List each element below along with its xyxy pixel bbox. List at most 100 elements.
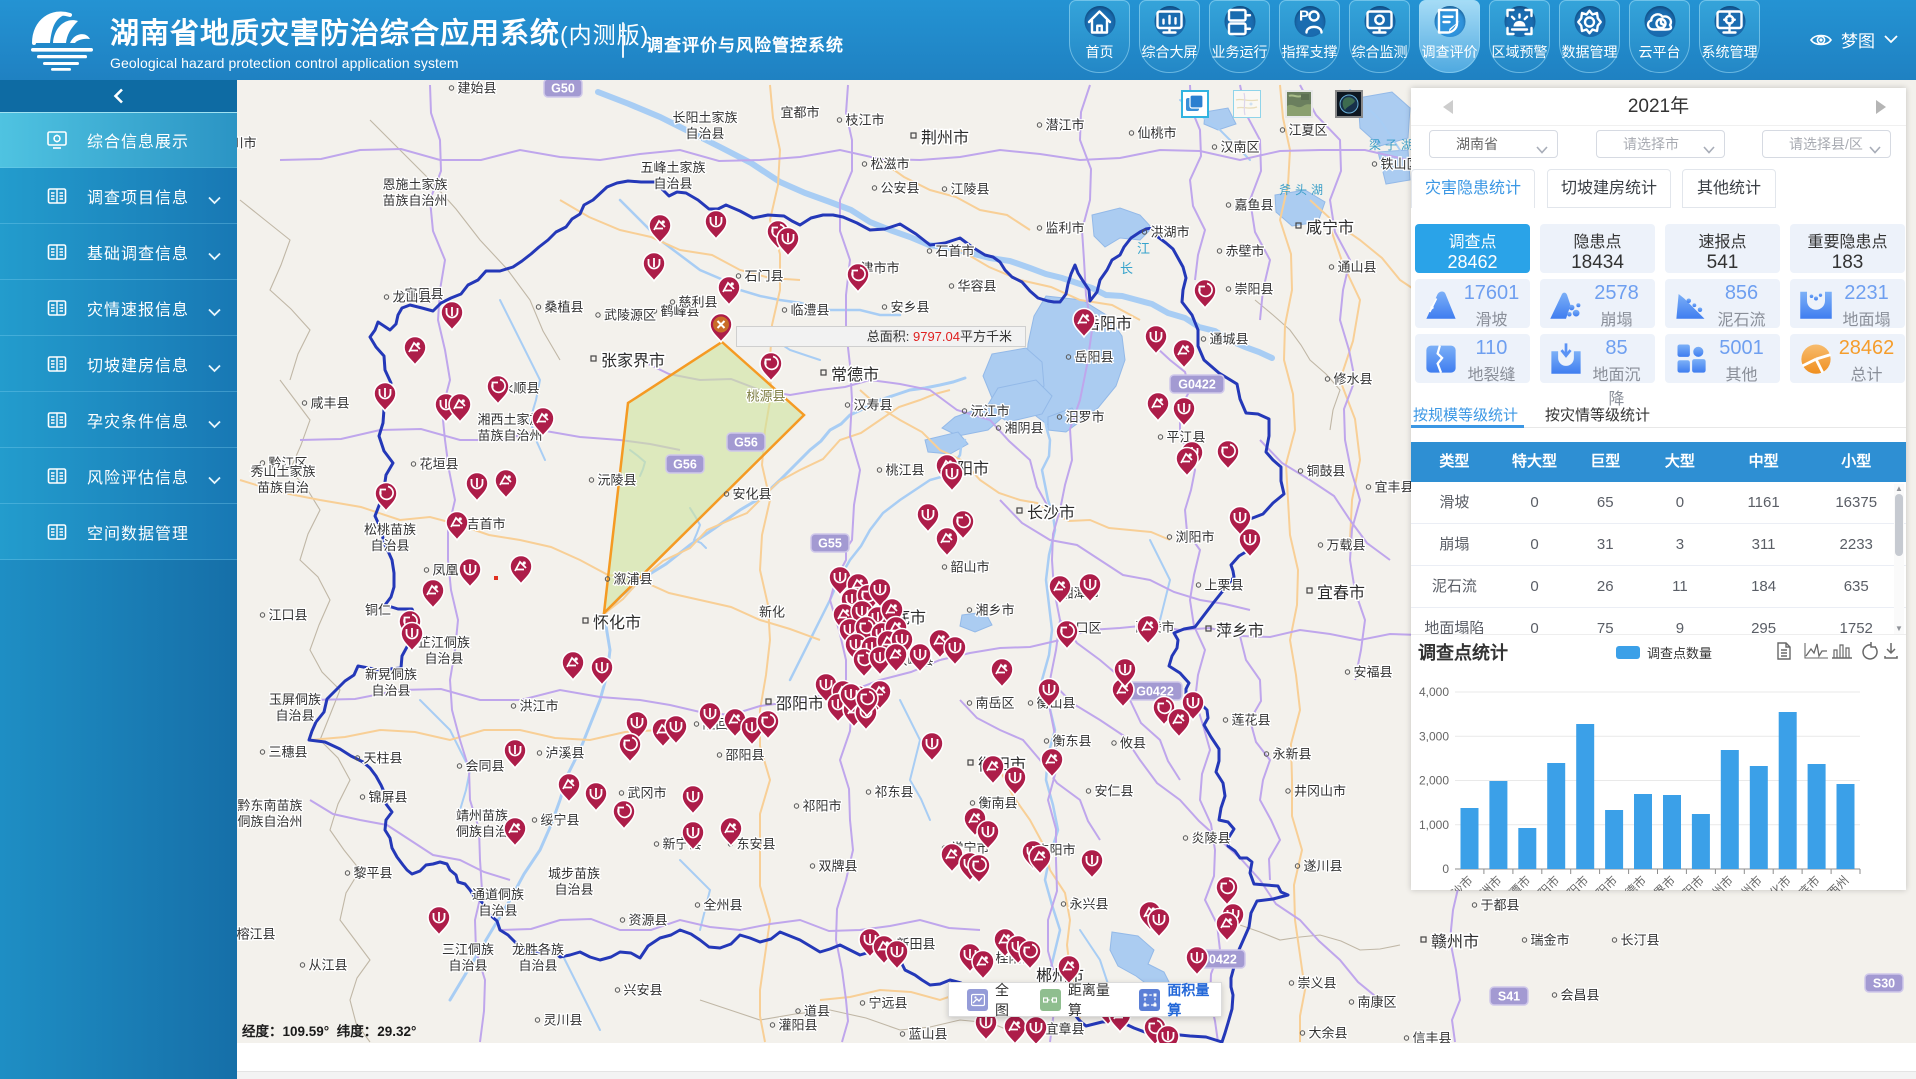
svg-text:衡东县: 衡东县 <box>1052 734 1091 749</box>
svg-text:双牌县: 双牌县 <box>818 859 857 874</box>
svg-text:桃江县: 桃江县 <box>885 463 924 478</box>
svg-text:武陵源区: 武陵源区 <box>604 308 656 323</box>
svg-text:自治县: 自治县 <box>518 958 557 973</box>
svg-text:赤壁市: 赤壁市 <box>1225 244 1264 259</box>
svg-text:衡南县: 衡南县 <box>978 796 1017 811</box>
svg-text:桑植县: 桑植县 <box>544 300 583 315</box>
svg-text:梁子湖: 梁子湖 <box>1369 137 1417 152</box>
svg-text:临澧县: 临澧县 <box>790 303 829 318</box>
svg-text:蓝山县: 蓝山县 <box>908 1027 947 1042</box>
svg-text:五峰土家族: 五峰土家族 <box>640 160 705 175</box>
svg-text:松桃苗族: 松桃苗族 <box>364 522 416 537</box>
svg-text:安化县: 安化县 <box>732 487 771 502</box>
svg-text:S30: S30 <box>1873 977 1895 991</box>
svg-text:1,000: 1,000 <box>1419 818 1449 832</box>
svg-text:灌阳县: 灌阳县 <box>778 1018 817 1033</box>
svg-text:攸县: 攸县 <box>1120 736 1146 751</box>
svg-text:从江县: 从江县 <box>308 958 347 973</box>
svg-text:P: P <box>1299 7 1309 24</box>
svg-text:赣州市: 赣州市 <box>1431 933 1479 951</box>
svg-text:华容县: 华容县 <box>957 279 996 294</box>
svg-text:宜丰县: 宜丰县 <box>1374 480 1413 495</box>
svg-text:洪湖市: 洪湖市 <box>1150 225 1189 240</box>
svg-text:苗族自治州: 苗族自治州 <box>382 193 447 208</box>
svg-text:莲花县: 莲花县 <box>1231 713 1270 728</box>
svg-text:咸宁市: 咸宁市 <box>1306 219 1354 237</box>
svg-text:G56: G56 <box>734 436 758 450</box>
svg-text:洪江市: 洪江市 <box>519 699 558 714</box>
svg-text:大余县: 大余县 <box>1308 1026 1347 1041</box>
svg-text:江夏区: 江夏区 <box>1288 123 1327 138</box>
svg-text:自治县: 自治县 <box>554 882 593 897</box>
svg-text:2,000: 2,000 <box>1419 774 1449 788</box>
svg-text:自治县: 自治县 <box>478 903 517 918</box>
svg-text:4,000: 4,000 <box>1419 685 1449 699</box>
svg-text:慈利县: 慈利县 <box>678 295 717 310</box>
svg-text:花垣县: 花垣县 <box>419 457 458 472</box>
svg-text:修水县: 修水县 <box>1333 372 1372 387</box>
svg-text:江口县: 江口县 <box>268 608 307 623</box>
svg-text:韶山市: 韶山市 <box>950 560 989 575</box>
svg-text:苗族自治州: 苗族自治州 <box>477 428 542 443</box>
svg-text:公安县: 公安县 <box>880 181 919 196</box>
svg-text:泸溪县: 泸溪县 <box>545 746 584 761</box>
svg-text:斧头湖: 斧头湖 <box>1279 182 1327 197</box>
svg-text:张家界市: 张家界市 <box>601 352 665 370</box>
svg-text:灵川县: 灵川县 <box>543 1013 582 1028</box>
svg-text:永兴县: 永兴县 <box>1069 897 1108 912</box>
svg-text:枝江市: 枝江市 <box>845 113 884 128</box>
svg-text:会昌县: 会昌县 <box>1560 988 1599 1003</box>
svg-text:通山县: 通山县 <box>1337 260 1376 275</box>
svg-text:自治县: 自治县 <box>371 683 410 698</box>
svg-text:G50: G50 <box>551 82 575 96</box>
svg-text:宜春市: 宜春市 <box>1317 584 1365 602</box>
svg-text:信丰县: 信丰县 <box>1412 1031 1451 1044</box>
svg-text:湘阴县: 湘阴县 <box>1004 421 1043 436</box>
svg-text:江: 江 <box>1137 241 1150 256</box>
svg-text:新晃侗族: 新晃侗族 <box>365 667 417 682</box>
svg-text:恩施土家族: 恩施土家族 <box>382 177 447 192</box>
svg-text:资源县: 资源县 <box>628 913 667 928</box>
svg-text:武冈市: 武冈市 <box>627 786 666 801</box>
svg-text:荆州市: 荆州市 <box>921 129 969 147</box>
svg-text:靖州苗族: 靖州苗族 <box>456 808 508 823</box>
svg-text:东安县: 东安县 <box>736 837 775 852</box>
svg-text:万载县: 万载县 <box>1326 538 1365 553</box>
svg-text:浏阳市: 浏阳市 <box>1175 530 1214 545</box>
svg-text:宜都市: 宜都市 <box>780 105 819 120</box>
svg-text:汉寿县: 汉寿县 <box>853 398 892 413</box>
svg-text:怀化市: 怀化市 <box>593 614 641 632</box>
svg-text:石门县: 石门县 <box>744 269 783 284</box>
svg-text:全州县: 全州县 <box>703 898 742 913</box>
svg-text:芷江侗族: 芷江侗族 <box>418 635 470 650</box>
svg-text:安仁县: 安仁县 <box>1094 784 1133 799</box>
svg-text:上栗县: 上栗县 <box>1204 578 1243 593</box>
svg-text:自治县: 自治县 <box>448 958 487 973</box>
svg-text:通道侗族: 通道侗族 <box>472 887 524 902</box>
svg-text:萍乡市: 萍乡市 <box>1216 622 1264 640</box>
svg-text:三江侗族: 三江侗族 <box>442 942 494 957</box>
svg-text:南康区: 南康区 <box>1357 995 1396 1010</box>
svg-text:江陵县: 江陵县 <box>950 182 989 197</box>
svg-text:宜章县: 宜章县 <box>1045 1022 1084 1037</box>
svg-text:黎平县: 黎平县 <box>353 866 392 881</box>
svg-text:铜鼓县: 铜鼓县 <box>1306 464 1345 479</box>
svg-text:井冈山市: 井冈山市 <box>1294 784 1346 799</box>
svg-text:自治县: 自治县 <box>275 708 314 723</box>
svg-text:邵阳县: 邵阳县 <box>725 748 764 763</box>
svg-text:新化: 新化 <box>759 605 785 620</box>
svg-text:祁东县: 祁东县 <box>874 785 913 800</box>
svg-text:苗族自治: 苗族自治 <box>257 480 309 495</box>
svg-text:自治县: 自治县 <box>370 538 409 553</box>
svg-text:桃源县: 桃源县 <box>746 389 785 404</box>
svg-text:长: 长 <box>1120 261 1133 276</box>
svg-text:永新县: 永新县 <box>1272 747 1311 762</box>
svg-text:遂川县: 遂川县 <box>1303 859 1342 874</box>
svg-text:长沙市: 长沙市 <box>1027 504 1075 522</box>
svg-text:绥宁县: 绥宁县 <box>540 813 579 828</box>
svg-text:自治县: 自治县 <box>685 126 724 141</box>
svg-text:长阳土家族: 长阳土家族 <box>672 110 737 125</box>
svg-text:安乡县: 安乡县 <box>890 300 929 315</box>
svg-text:道县: 道县 <box>804 1004 830 1019</box>
svg-text:长汀县: 长汀县 <box>1620 933 1659 948</box>
